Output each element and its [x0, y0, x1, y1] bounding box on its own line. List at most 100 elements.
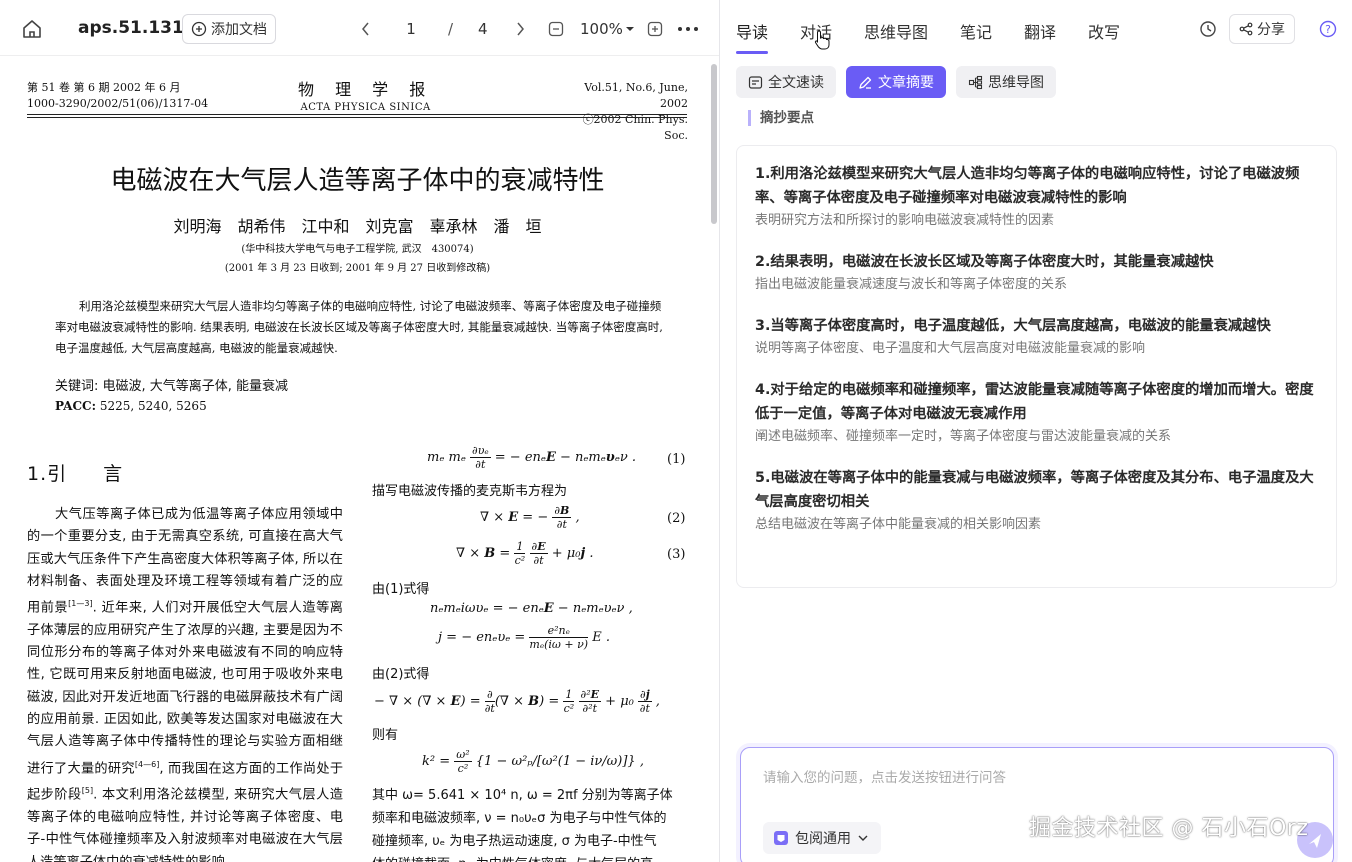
model-icon [774, 831, 788, 845]
quick-read-button[interactable]: 全文速读 [736, 66, 836, 98]
issn-info: 1000-3290/2002/51(06)/1317-04 [27, 97, 209, 110]
equation-k: k² = ω² c² {1 − ω²ₚ/[ω²(1 − iν/ω)]} , [422, 748, 644, 775]
prev-page-icon[interactable] [358, 20, 374, 38]
tab-mindmap[interactable]: 思维导图 [864, 19, 928, 43]
share-button[interactable]: 分享 [1229, 14, 1295, 44]
citation: [4—6] [134, 759, 160, 769]
header-rule [27, 114, 687, 115]
paper-title: 电磁波在大气层人造等离子体中的衰减特性 [110, 166, 605, 196]
more-icon[interactable] [676, 20, 700, 38]
where-line-2: 频率和电磁波频率, ν = n₀υₑσ 为电子与中性气体的 [372, 811, 667, 826]
pacc-label: PACC: [55, 399, 96, 413]
home-icon[interactable] [20, 17, 44, 41]
journal-header-right: Vol.51, No.6, June, 2002 ⓒ2002 Chin. Phy… [568, 80, 688, 144]
key-point-description: 阐述电磁频率、碰撞频率一定时，等离子体密度与雷达波能量衰减的关系 [755, 429, 1172, 444]
where-text: 其中 ω= 5.641 × 10⁴ n, ω = 2πf 分别为等离子体 [372, 784, 673, 803]
key-point: 1.利用洛沦兹模型来研究大气层人造非均匀等离子体的电磁响应特性，讨论了电磁波频率… [755, 162, 1318, 231]
paper-authors: 刘明海 胡希伟 江中和 刘克富 辜承林 潘 垣 [173, 217, 542, 236]
header-rule [27, 117, 687, 118]
equation-number: (2) [667, 511, 686, 526]
where-text-2: = 5.641 × 10⁴ n [413, 788, 519, 803]
intro-column: 大气压等离子体已成为低温等离子体应用领域中的一个重要分支, 由于无需真空系统, … [27, 504, 343, 862]
quick-read-label: 全文速读 [768, 75, 824, 91]
page-separator: / [448, 20, 454, 38]
assistant-pane: 导读 对话 思维导图 笔记 翻译 改写 分享 ? 全文速读 文章摘要 思维导图 … [721, 0, 1352, 862]
key-point: 4.对于给定的电磁频率和碰撞频率，雷达波能量衰减随等离子体密度的增加而增大。密度… [755, 378, 1318, 447]
chevron-down-icon [858, 835, 868, 841]
key-point-heading: 3.当等离子体密度高时，电子温度越低，大气层高度越高，电磁波的能量衰减越快 [755, 318, 1271, 334]
edit-icon [859, 76, 872, 89]
intro-text-2: . 近年来, 人们对开展低空大气层人造等离子体薄层的应用研究产生了浓厚的兴趣, … [27, 600, 343, 777]
zoom-select[interactable]: 100% [580, 20, 635, 38]
watermark-text: 掘金技术社区 @ 石小石Orz [1029, 816, 1309, 841]
maxwell-text: 描写电磁波传播的麦克斯韦方程为 [372, 484, 568, 499]
summary-label: 文章摘要 [878, 75, 934, 91]
tab-guide[interactable]: 导读 [736, 19, 768, 43]
next-page-icon[interactable] [512, 20, 528, 38]
question-input[interactable]: 请输入您的问题，点击发送按钮进行问答 [763, 766, 1006, 786]
paper-pacc: PACC: 5225, 5240, 5265 [55, 399, 207, 413]
journal-name: 物 理 学 报 ACTA PHYSICA SINICA [298, 76, 433, 113]
equation-1: mₑ mₑ ∂υₑ ∂t = − enₑE − nₑmₑυₑν . [427, 444, 637, 471]
tab-translate[interactable]: 翻译 [1024, 19, 1056, 43]
mindmap-label: 思维导图 [988, 75, 1044, 91]
then-text: 则有 [372, 728, 399, 743]
clock-icon[interactable] [1199, 20, 1217, 38]
key-point-heading: 4.对于给定的电磁频率和碰撞频率，雷达波能量衰减随等离子体密度的增加而增大。密度… [755, 382, 1314, 422]
page-total: 4 [478, 20, 488, 38]
from-eq2-text: 由(2)式得 [372, 667, 430, 682]
equation-3: ∇ × B = 1 c² ∂E ∂t + μ₀j . [456, 540, 594, 567]
where-line-4: 体的碰撞截面, n₀ 为中性气体密度, 与大气层的高 [372, 853, 653, 862]
pacc-value: 5225, 5240, 5265 [99, 399, 207, 413]
tab-rewrite[interactable]: 改写 [1088, 19, 1120, 43]
equation-number: (3) [667, 547, 686, 562]
paper-abstract: 利用洛沦兹模型来研究大气层人造非均匀等离子体的电磁响应特性, 讨论了电磁波频率、… [55, 299, 663, 355]
citation: [1—3] [68, 599, 93, 609]
volume-info: 第 51 卷 第 6 期 2002 年 6 月 [27, 81, 181, 94]
section-number: 1.引 [27, 463, 68, 485]
mouse-cursor-icon [814, 30, 830, 54]
help-icon[interactable]: ? [1319, 20, 1337, 38]
volume-info-en: Vol.51, No.6, June, 2002 [584, 81, 688, 110]
key-point: 5.电磁波在等离子体中的能量衰减与电磁波频率，等离子体密度及其分布、电子温度及大… [755, 466, 1318, 535]
document-scrollbar[interactable] [711, 64, 717, 224]
key-point: 2.结果表明，电磁波在长波长区域及等离子体密度大时，其能量衰减越快 指出电磁波能… [755, 250, 1318, 295]
journal-name-cn: 物 理 学 报 [298, 80, 434, 99]
summary-button[interactable]: 文章摘要 [846, 66, 946, 98]
key-point-heading: 1.利用洛沦兹模型来研究大气层人造非均匀等离子体的电磁响应特性，讨论了电磁波频率… [755, 166, 1300, 206]
share-icon [1239, 22, 1253, 36]
app-window: aps.51.1317 添加文档 1 / 4 100% 第 51 卷 第 6 期… [0, 0, 1352, 862]
add-document-button[interactable]: 添加文档 [182, 14, 276, 44]
section-word: 言 [103, 463, 124, 485]
key-point-heading: 2.结果表明，电磁波在长波长区域及等离子体密度大时，其能量衰减越快 [755, 254, 1214, 270]
active-tab-indicator [736, 51, 768, 54]
paper-keywords: 关键词: 电磁波, 大气等离子体, 能量衰减 [55, 379, 289, 394]
document-toolbar: aps.51.1317 添加文档 1 / 4 100% [0, 0, 719, 56]
model-label: 包阅通用 [795, 831, 851, 847]
journal-name-en: ACTA PHYSICA SINICA [300, 102, 431, 113]
tab-notes[interactable]: 笔记 [960, 19, 992, 43]
mindmap-button[interactable]: 思维导图 [956, 66, 1056, 98]
zoom-value: 100% [580, 20, 623, 38]
zoom-in-icon[interactable] [647, 21, 663, 37]
plus-circle-icon [191, 21, 207, 37]
add-document-label: 添加文档 [211, 22, 267, 38]
zoom-out-icon[interactable] [548, 21, 564, 37]
section-heading: 1.引 言 [27, 459, 123, 486]
guide-sub-buttons: 全文速读 文章摘要 思维导图 [736, 66, 1056, 98]
caret-down-icon [625, 27, 634, 31]
document-name: aps.51.1317 [78, 18, 196, 38]
question-input-box[interactable]: 请输入您的问题，点击发送按钮进行问答 包阅通用 [740, 747, 1334, 862]
where-text-1: 其中 ω [372, 788, 414, 803]
page-current-input[interactable]: 1 [400, 20, 422, 38]
paper-received: (2001 年 3 月 23 日收到; 2001 年 9 月 27 日收到修改稿… [224, 263, 491, 274]
journal-header-left: 第 51 卷 第 6 期 2002 年 6 月 1000-3290/2002/5… [27, 80, 208, 112]
key-point-heading: 5.电磁波在等离子体中的能量衰减与电磁波频率，等离子体密度及其分布、电子温度及大… [755, 470, 1314, 510]
key-points-label: 摘抄要点 [748, 110, 814, 126]
where-text-3: , ω = 2πf 分别为等离子体 [518, 788, 673, 803]
from-eq1-text: 由(1)式得 [372, 582, 430, 597]
where-line-3: 碰撞频率, υₑ 为电子热运动速度, σ 为电子-中性气 [372, 834, 657, 849]
paper-page: 第 51 卷 第 6 期 2002 年 6 月 1000-3290/2002/5… [0, 56, 708, 862]
quick-read-icon [748, 75, 763, 89]
model-select[interactable]: 包阅通用 [763, 822, 881, 854]
